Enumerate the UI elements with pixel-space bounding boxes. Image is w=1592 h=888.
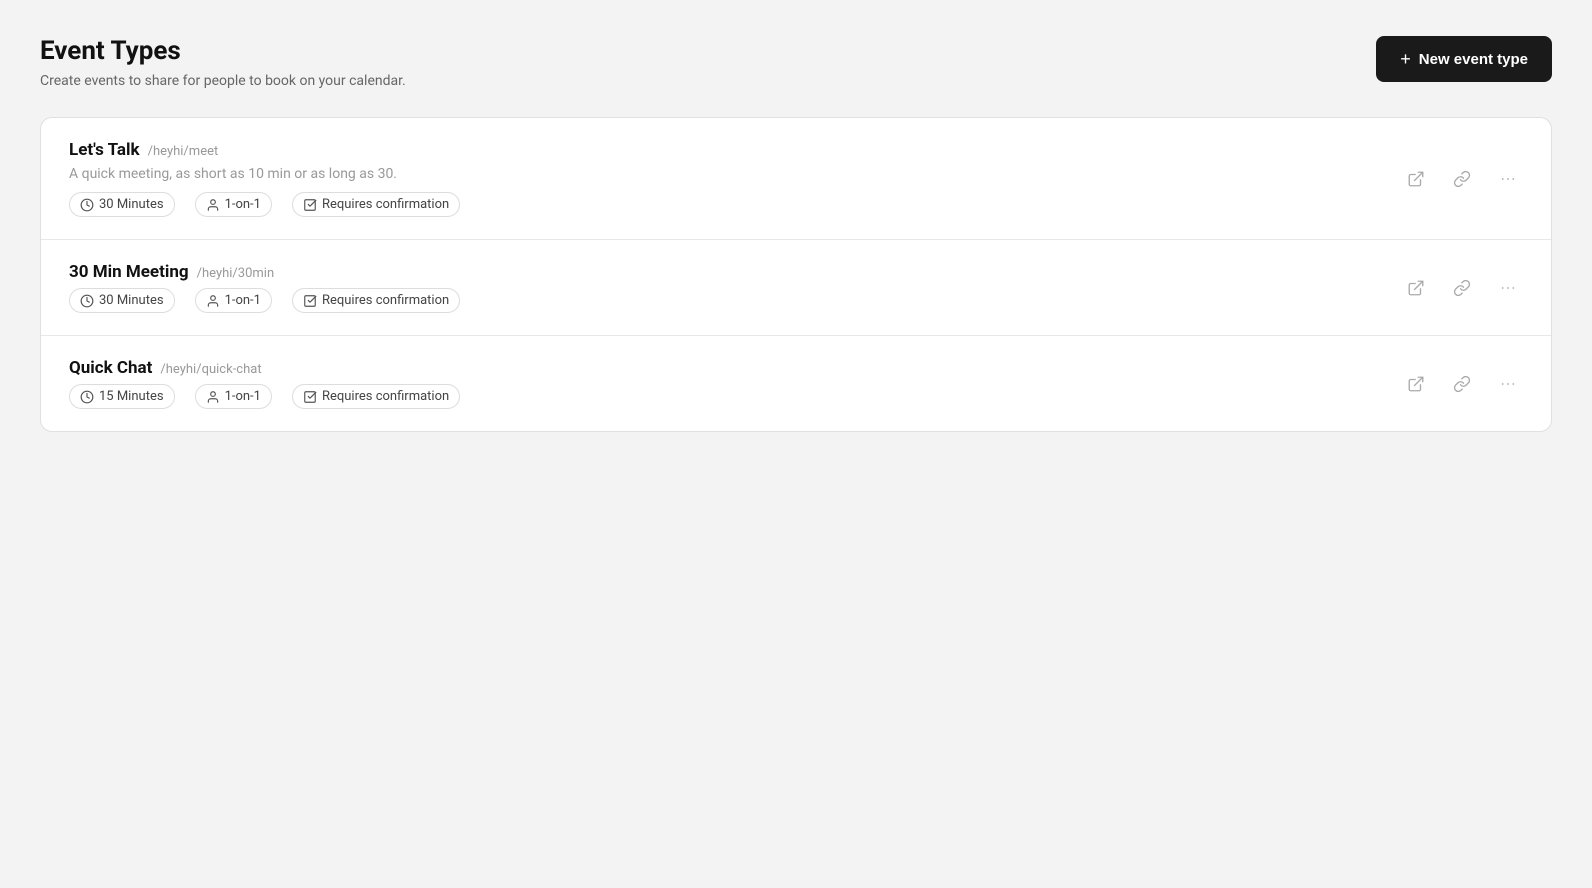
duration-label: 15 Minutes (99, 389, 164, 404)
events-list: Let's Talk /heyhi/meet A quick meeting, … (40, 117, 1552, 432)
event-item: Let's Talk /heyhi/meet A quick meeting, … (41, 118, 1551, 240)
duration-label: 30 Minutes (99, 293, 164, 308)
open-external-button[interactable] (1401, 164, 1431, 194)
event-item: Quick Chat /heyhi/quick-chat 15 Minutes (41, 336, 1551, 431)
ellipsis-icon (1499, 170, 1517, 188)
clock-icon (80, 198, 94, 212)
open-external-button[interactable] (1401, 369, 1431, 399)
open-external-button[interactable] (1401, 273, 1431, 303)
external-link-icon (1407, 279, 1425, 297)
event-name-row: Quick Chat /heyhi/quick-chat (69, 358, 1377, 378)
clock-icon (80, 390, 94, 404)
duration-tag: 30 Minutes (69, 192, 175, 217)
event-actions (1401, 369, 1523, 399)
event-meta: 30 Minutes 1-on-1 Requires confirmation (69, 192, 1377, 217)
more-options-button[interactable] (1493, 273, 1523, 303)
more-options-button[interactable] (1493, 369, 1523, 399)
event-info: 30 Min Meeting /heyhi/30min 30 Minutes (69, 262, 1377, 313)
event-name-row: Let's Talk /heyhi/meet (69, 140, 1377, 160)
attendees-label: 1-on-1 (225, 293, 261, 308)
event-meta: 30 Minutes 1-on-1 Requires confirmation (69, 288, 1377, 313)
copy-link-button[interactable] (1447, 164, 1477, 194)
event-info: Let's Talk /heyhi/meet A quick meeting, … (69, 140, 1377, 217)
confirmation-label: Requires confirmation (322, 197, 449, 212)
checkbox-icon (303, 390, 317, 404)
checkbox-icon (303, 198, 317, 212)
link-icon (1453, 279, 1471, 297)
event-name: 30 Min Meeting (69, 262, 189, 282)
duration-tag: 15 Minutes (69, 384, 175, 409)
attendees-tag: 1-on-1 (195, 384, 272, 409)
more-options-button[interactable] (1493, 164, 1523, 194)
page-title: Event Types (40, 36, 406, 67)
external-link-icon (1407, 375, 1425, 393)
event-name: Quick Chat (69, 358, 152, 378)
link-icon (1453, 375, 1471, 393)
plus-icon: + (1400, 50, 1411, 68)
confirmation-tag: Requires confirmation (292, 288, 460, 313)
attendees-tag: 1-on-1 (195, 288, 272, 313)
event-slug: /heyhi/meet (148, 144, 219, 159)
page-header-text: Event Types Create events to share for p… (40, 36, 406, 89)
new-event-type-button[interactable]: + New event type (1376, 36, 1552, 82)
event-name: Let's Talk (69, 140, 140, 160)
person-icon (206, 198, 220, 212)
event-meta: 15 Minutes 1-on-1 Requires confirmation (69, 384, 1377, 409)
confirmation-tag: Requires confirmation (292, 192, 460, 217)
ellipsis-icon (1499, 375, 1517, 393)
event-info: Quick Chat /heyhi/quick-chat 15 Minutes (69, 358, 1377, 409)
event-name-row: 30 Min Meeting /heyhi/30min (69, 262, 1377, 282)
copy-link-button[interactable] (1447, 369, 1477, 399)
checkbox-icon (303, 294, 317, 308)
event-slug: /heyhi/30min (197, 266, 275, 281)
confirmation-label: Requires confirmation (322, 293, 449, 308)
clock-icon (80, 294, 94, 308)
duration-tag: 30 Minutes (69, 288, 175, 313)
page-header: Event Types Create events to share for p… (40, 36, 1552, 89)
ellipsis-icon (1499, 279, 1517, 297)
duration-label: 30 Minutes (99, 197, 164, 212)
confirmation-tag: Requires confirmation (292, 384, 460, 409)
copy-link-button[interactable] (1447, 273, 1477, 303)
event-description: A quick meeting, as short as 10 min or a… (69, 166, 1377, 182)
person-icon (206, 294, 220, 308)
person-icon (206, 390, 220, 404)
attendees-tag: 1-on-1 (195, 192, 272, 217)
new-event-button-label: New event type (1419, 51, 1528, 68)
event-item: 30 Min Meeting /heyhi/30min 30 Minutes (41, 240, 1551, 336)
attendees-label: 1-on-1 (225, 197, 261, 212)
event-actions (1401, 164, 1523, 194)
link-icon (1453, 170, 1471, 188)
page-subtitle: Create events to share for people to boo… (40, 73, 406, 89)
attendees-label: 1-on-1 (225, 389, 261, 404)
event-slug: /heyhi/quick-chat (160, 362, 261, 377)
confirmation-label: Requires confirmation (322, 389, 449, 404)
event-actions (1401, 273, 1523, 303)
external-link-icon (1407, 170, 1425, 188)
